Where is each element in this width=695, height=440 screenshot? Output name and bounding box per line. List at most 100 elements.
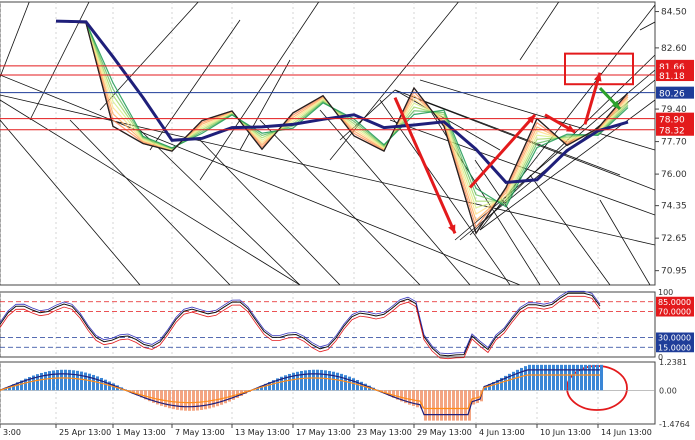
x-tick-label: 4 Jun 13:00: [479, 428, 525, 437]
histogram-bar: [92, 374, 95, 391]
histogram-bar: [424, 390, 427, 421]
oscillator-axis-label: 15.0000: [658, 343, 691, 352]
histogram-bar: [56, 370, 59, 391]
histogram-bar: [308, 369, 311, 391]
histogram-bar: [528, 364, 531, 391]
oscillator-axis-label: 100: [658, 288, 673, 297]
price-tick-label: 77.70: [661, 138, 687, 148]
histogram-bar: [80, 371, 83, 391]
x-tick-label: 13 May 13:00: [235, 428, 290, 437]
oscillator-axis-label: 30.0000: [658, 334, 691, 343]
histogram-bar: [340, 373, 343, 391]
histogram-bar: [584, 364, 587, 391]
x-tick-label: 7 May 13:00: [175, 428, 225, 437]
histogram-bar: [196, 390, 199, 411]
histogram-bar: [220, 390, 223, 405]
price-tick-label: 79.40: [661, 105, 687, 115]
price-tick-label: 84.50: [661, 8, 687, 18]
histogram-bar: [180, 390, 183, 411]
histogram-bar: [184, 390, 187, 411]
oscillator-axis-label: 85.0000: [658, 298, 691, 307]
histogram-bar: [216, 390, 219, 407]
histogram-bar: [200, 390, 203, 410]
histogram-bar: [548, 364, 551, 391]
histogram-bar: [204, 390, 207, 410]
histogram-bar: [452, 390, 455, 421]
histogram-bar: [472, 390, 475, 405]
histogram-bar: [580, 364, 583, 391]
histogram-bar: [348, 376, 351, 391]
histogram-bar: [476, 390, 479, 403]
histogram-bar: [444, 390, 447, 421]
price-tick-label: 70.95: [661, 267, 687, 277]
histogram-bar: [336, 372, 339, 391]
level-label: 81.18: [659, 72, 685, 82]
level-label: 80.26: [659, 90, 685, 100]
histogram-bar: [208, 390, 211, 409]
histogram-bar: [460, 390, 463, 421]
histogram-bar: [436, 390, 439, 421]
histogram-bar: [440, 390, 443, 421]
histogram-bar: [324, 370, 327, 391]
x-tick-label: 17 May 13:00: [296, 428, 351, 437]
histogram-bar: [540, 364, 543, 391]
histogram-bar: [60, 369, 63, 391]
histogram-bar: [532, 364, 535, 391]
histogram-bar: [588, 364, 591, 391]
x-tick-label: 3:00: [3, 428, 21, 437]
histogram-bar: [428, 390, 431, 421]
x-tick-label: 23 May 13:00: [357, 428, 412, 437]
histogram-bar: [48, 371, 51, 391]
histogram-bar: [312, 369, 315, 391]
histogram-bar: [316, 369, 319, 391]
histogram-bar: [320, 369, 323, 391]
x-tick-label: 10 Jun 13:00: [540, 428, 591, 437]
histogram-bar: [52, 370, 55, 391]
chart: 81.6681.1880.2678.9078.3284.5082.6079.40…: [0, 1, 694, 437]
histogram-bar: [432, 390, 435, 421]
histogram-axis-label: -1.4764: [659, 420, 690, 429]
x-tick-label: 25 Apr 13:00: [59, 428, 111, 437]
histogram-bar: [600, 364, 603, 391]
price-tick-label: 72.65: [661, 234, 687, 244]
price-tick-label: 76.00: [661, 170, 687, 180]
histogram-bar: [192, 390, 195, 411]
histogram-bar: [560, 364, 563, 391]
x-tick-label: 14 Jun 13:00: [601, 428, 652, 437]
histogram-bar: [88, 373, 91, 391]
histogram-bar: [572, 364, 575, 391]
histogram-bar: [564, 364, 567, 391]
histogram-bar: [64, 369, 67, 391]
histogram-bar: [556, 364, 559, 391]
histogram-bar: [224, 390, 227, 404]
histogram-bar: [552, 364, 555, 391]
x-tick-label: 1 May 13:00: [116, 428, 166, 437]
histogram-bar: [544, 364, 547, 391]
histogram-bar: [596, 364, 599, 391]
histogram-bar: [328, 370, 331, 391]
histogram-bar: [456, 390, 459, 421]
price-tick-label: 82.60: [661, 44, 687, 54]
histogram-bar: [332, 371, 335, 391]
histogram-bar: [188, 390, 191, 411]
histogram-bar: [536, 364, 539, 391]
histogram-bar: [68, 369, 71, 391]
histogram-bar: [212, 390, 215, 408]
histogram-bar: [96, 376, 99, 391]
histogram-axis-label: 0.00: [659, 386, 677, 395]
x-tick-label: 29 May 13:00: [417, 428, 472, 437]
histogram-axis-label: 1.2381: [659, 358, 687, 367]
price-tick-label: 74.35: [661, 202, 687, 212]
level-label: 78.32: [659, 127, 685, 137]
histogram-bar: [72, 370, 75, 391]
histogram-bar: [84, 372, 87, 391]
histogram-bar: [592, 364, 595, 391]
histogram-bar: [576, 364, 579, 391]
oscillator-axis-label: 70.0000: [658, 308, 691, 317]
histogram-bar: [176, 390, 179, 410]
histogram-bar: [300, 370, 303, 391]
histogram-bar: [344, 375, 347, 391]
histogram-bar: [464, 390, 467, 421]
histogram-bar: [448, 390, 451, 421]
histogram-bar: [568, 364, 571, 391]
